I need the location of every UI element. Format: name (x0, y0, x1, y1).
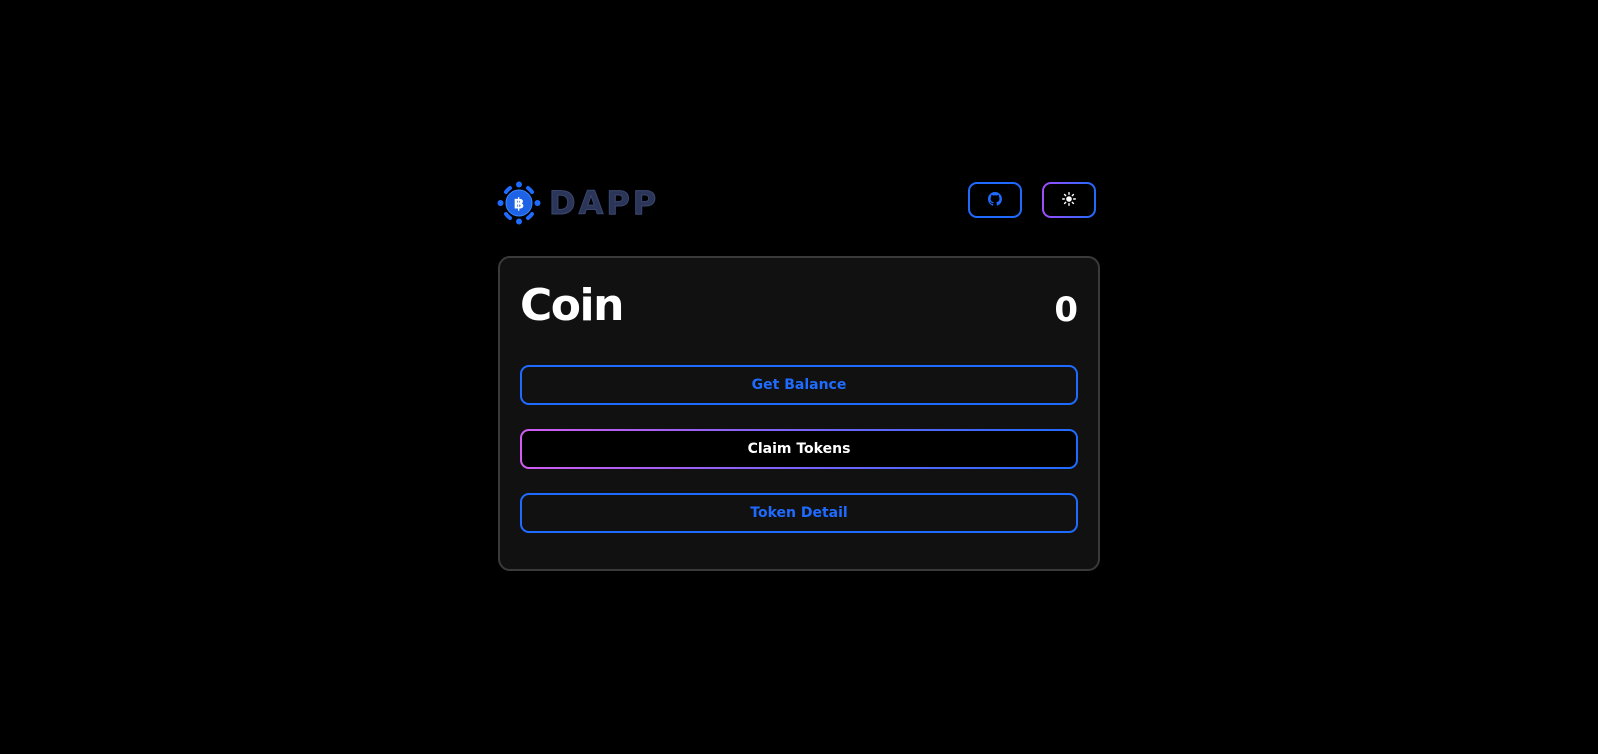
logo-coin-symbol: ฿ (514, 195, 524, 213)
github-button[interactable] (968, 182, 1022, 218)
logo-text: DAPP (548, 184, 660, 222)
logo[interactable]: ฿ DAPP (497, 180, 659, 226)
header: ฿ DAPP (497, 180, 1100, 226)
balance-value: 0 (1054, 290, 1078, 330)
token-detail-button[interactable]: Token Detail (520, 493, 1078, 533)
github-icon (988, 191, 1002, 210)
get-balance-button[interactable]: Get Balance (520, 365, 1078, 405)
sun-icon (1062, 191, 1076, 210)
coin-card: Coin 0 Get Balance Claim Tokens Token De… (498, 256, 1100, 571)
claim-tokens-button[interactable]: Claim Tokens (520, 429, 1078, 469)
theme-toggle-button[interactable] (1042, 182, 1096, 218)
logo-coin-icon: ฿ (497, 181, 541, 225)
card-title: Coin (520, 280, 624, 331)
page: ฿ DAPP Coin 0 Get Balance Claim Tokens T… (0, 0, 1598, 754)
